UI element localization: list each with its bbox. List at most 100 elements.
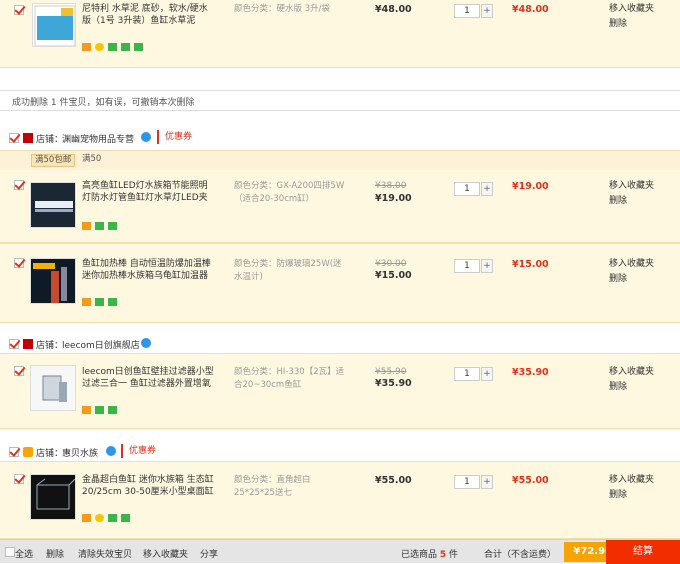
shop-label: 店铺：: [36, 135, 64, 145]
quantity-plus-button[interactable]: +: [481, 259, 493, 273]
product-title[interactable]: 金晶超白鱼缸 迷你水族箱 生态缸20/25cm 30-50厘米小型桌面缸: [82, 474, 216, 498]
led-lamp-image: [31, 183, 75, 227]
item-operations: 移入收藏夹 删除: [609, 473, 654, 503]
quantity-plus-button[interactable]: +: [481, 367, 493, 381]
shop-checkbox[interactable]: [9, 133, 19, 143]
crown-shop-icon: [23, 447, 33, 457]
lightbulb-icon: [94, 514, 104, 522]
guarantee-badge-icon: [94, 298, 104, 306]
item-checkbox[interactable]: [14, 258, 24, 268]
wangwang-chat-icon[interactable]: [141, 338, 151, 348]
product-title[interactable]: leecom日创鱼缸壁挂过滤器小型过滤三合一 鱼缸过滤器外置增氧泵: [82, 366, 216, 390]
quantity-plus-button[interactable]: +: [481, 475, 493, 489]
unit-price: ¥55.00: [375, 475, 412, 486]
item-subtotal: ¥35.90: [512, 367, 549, 378]
unit-price: ¥15.00: [375, 270, 412, 281]
shop-checkbox[interactable]: [9, 339, 19, 349]
product-sku: 颜色分类：直角超白25*25*25送七: [234, 475, 311, 498]
shop-name[interactable]: 渊幽宠物用品专营: [62, 132, 134, 145]
promo-tag: 满50: [82, 154, 102, 164]
delete-link[interactable]: 删除: [609, 194, 654, 209]
total-label: 合计（不含运费）: [484, 550, 557, 560]
move-to-favorites-link[interactable]: 移入收藏夹: [609, 2, 654, 17]
item-subtotal: ¥48.00: [512, 4, 549, 15]
product-thumbnail[interactable]: [30, 365, 76, 411]
product-title[interactable]: 尼特利 水草泥 底砂，软水/硬水版（1号 3升装）鱼缸水草泥: [82, 3, 216, 27]
quantity-plus-button[interactable]: +: [481, 4, 493, 18]
wangwang-chat-icon[interactable]: [141, 132, 151, 142]
unit-price: ¥35.90: [375, 378, 412, 389]
guarantee-badge-icon: [107, 514, 117, 522]
coupon-button[interactable]: 优惠券: [121, 444, 161, 458]
delete-link[interactable]: 删除: [609, 272, 654, 287]
quantity-input[interactable]: 1: [454, 367, 480, 381]
item-checkbox[interactable]: [14, 180, 24, 190]
item-checkbox[interactable]: [14, 366, 24, 376]
guarantee-badge-icon: [107, 43, 117, 51]
filter-image: [31, 366, 75, 410]
promo-tag: 满50包邮: [31, 154, 76, 167]
service-badges: [82, 43, 144, 51]
quantity-input[interactable]: 1: [454, 259, 480, 273]
notice-text[interactable]: 成功删除 1 件宝贝，如有误，可撤销本次删除: [12, 95, 194, 108]
checkout-button[interactable]: 结算: [606, 540, 680, 564]
move-to-favorites-link[interactable]: 移入收藏夹: [609, 473, 654, 488]
shop-name[interactable]: 惠贝水族: [62, 446, 98, 459]
selected-prefix: 已选商品: [401, 550, 438, 560]
service-badges: [82, 222, 118, 230]
return-badge-icon: [120, 43, 130, 51]
tmall-shop-icon: [23, 339, 33, 349]
promo-bar: 满50包邮 满50: [0, 150, 680, 170]
selected-suffix: 件: [449, 550, 459, 560]
product-thumbnail[interactable]: [30, 474, 76, 520]
coupon-button[interactable]: 优惠券: [157, 130, 197, 144]
quantity-input[interactable]: 1: [454, 4, 480, 18]
wangwang-chat-icon[interactable]: [106, 446, 116, 456]
selected-count-label: 已选商品 5 件: [401, 547, 458, 560]
quantity-input[interactable]: 1: [454, 475, 480, 489]
item-subtotal: ¥19.00: [512, 181, 549, 192]
share-link[interactable]: 分享: [200, 547, 218, 560]
service-badges: [82, 298, 118, 306]
delete-link[interactable]: 删除: [609, 488, 654, 503]
item-checkbox[interactable]: [14, 474, 24, 484]
shop-name[interactable]: leecom日创旗舰店: [62, 338, 140, 351]
quantity-plus-button[interactable]: +: [481, 182, 493, 196]
delete-link[interactable]: 删除: [609, 17, 654, 32]
clear-invalid-link[interactable]: 清除失效宝贝: [78, 547, 132, 560]
item-checkbox[interactable]: [14, 5, 24, 15]
move-to-favorites-link[interactable]: 移入收藏夹: [609, 179, 654, 194]
move-to-favorites-link[interactable]: 移入收藏夹: [143, 547, 188, 560]
product-title[interactable]: 高亮鱼缸LED灯水族箱节能照明灯防水灯管鱼缸灯水草灯LED夹灯: [82, 180, 216, 204]
product-thumbnail[interactable]: [32, 3, 76, 47]
product-thumbnail[interactable]: [30, 182, 76, 228]
service-badges: [82, 514, 131, 522]
lightbulb-icon: [94, 43, 104, 51]
return-badge-icon: [107, 222, 117, 230]
delete-link[interactable]: 删除: [609, 380, 654, 395]
select-all-checkbox[interactable]: [5, 547, 15, 557]
item-operations: 移入收藏夹 删除: [609, 257, 654, 287]
shop-label: 店铺：: [36, 449, 64, 459]
return-badge-icon: [107, 406, 117, 414]
delete-selected-link[interactable]: 删除: [46, 547, 64, 560]
return-badge-icon: [107, 298, 117, 306]
item-operations: 移入收藏夹 删除: [609, 179, 654, 209]
service-badges: [82, 406, 118, 414]
cart-item: 尼特利 水草泥 底砂，软水/硬水版（1号 3升装）鱼缸水草泥 颜色分类：硬水版 …: [0, 0, 680, 68]
item-operations: 移入收藏夹 删除: [609, 2, 654, 32]
shop-header: 店铺： 渊幽宠物用品专营 优惠券: [0, 130, 680, 146]
product-thumbnail[interactable]: [30, 258, 76, 304]
move-to-favorites-link[interactable]: 移入收藏夹: [609, 365, 654, 380]
tank-image: [31, 475, 75, 519]
shop-checkbox[interactable]: [9, 447, 19, 457]
select-all-label[interactable]: 全选: [15, 547, 33, 560]
product-sku: 颜色分类：GX-A200四排5W（适合20-30cm缸）: [234, 181, 345, 204]
product-title[interactable]: 鱼缸加热棒 自动恒温防爆加温棒迷你加热棒水族箱乌龟缸加温器: [82, 258, 216, 282]
promo-badge-icon: [82, 406, 91, 414]
quantity-input[interactable]: 1: [454, 182, 480, 196]
move-to-favorites-link[interactable]: 移入收藏夹: [609, 257, 654, 272]
cart-item: 高亮鱼缸LED灯水族箱节能照明灯防水灯管鱼缸灯水草灯LED夹灯 颜色分类：GX-…: [0, 170, 680, 243]
guarantee-badge-icon: [94, 406, 104, 414]
cart-item: 鱼缸加热棒 自动恒温防爆加温棒迷你加热棒水族箱乌龟缸加温器 颜色分类：防爆玻璃2…: [0, 243, 680, 323]
